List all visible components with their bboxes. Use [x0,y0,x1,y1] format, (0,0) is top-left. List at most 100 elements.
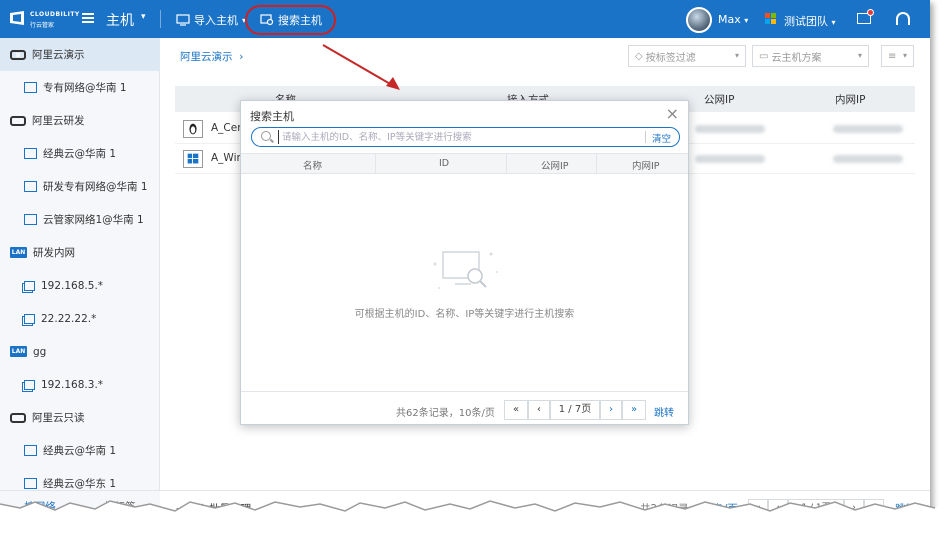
vpc-icon [24,82,37,93]
search-host-label: 搜索主机 [278,14,322,27]
dialog-footer-divider [241,391,688,392]
chevron-down-icon: ▾ [902,51,907,60]
breadcrumb-item: 阿里云演示 [180,51,233,63]
sidebar-item-label: 22.22.22.* [41,312,97,325]
column-divider [596,154,597,173]
plan-filter-placeholder: 云主机方案 [771,52,822,64]
sidebar-item-aliyun-dev[interactable]: 阿里云研发 [0,104,160,137]
blurred-public-ip [695,155,765,163]
vpc-icon [24,445,37,456]
lan-icon: LAN [10,346,27,357]
last-page-button[interactable]: » [622,400,646,420]
host-name[interactable]: A_Win [211,152,243,164]
plan-filter-select[interactable]: ▭ 云主机方案 ▾ [752,45,869,67]
tag-filter-select[interactable]: ◇ 按标签过滤 ▾ [628,45,746,67]
team-switcher[interactable]: 测试团队 ▾ [784,13,836,29]
cloud-icon [10,412,26,423]
prev-page-button[interactable]: ‹ [528,400,550,420]
import-host-button[interactable]: 导入主机 ▾ [176,12,246,28]
sidebar-item-yunguanjia-net[interactable]: 云管家网络1@华南 1 [0,203,160,236]
toolbar-divider [160,10,161,28]
microsoft-team-icon [765,13,777,25]
cloud-icon [10,49,26,60]
column-divider [375,154,376,173]
sidebar-item-subnet-3[interactable]: 192.168.3.* [0,368,160,401]
user-name[interactable]: Max ▾ [718,13,748,26]
sidebar-item-label: 经典云@华东 1 [43,478,117,490]
chevron-down-icon[interactable]: ▾ [141,12,146,22]
sidebar-item-dev-lan[interactable]: LAN 研发内网 [0,236,160,269]
sidebar-item-label: 192.168.5.* [41,279,104,292]
breadcrumb[interactable]: 阿里云演示 › [180,49,243,64]
headset-support-icon[interactable] [896,12,910,25]
hamburger-menu-icon[interactable] [82,13,94,23]
sidebar-item-classic-south1-ro[interactable]: 经典云@华南 1 [0,434,160,467]
blurred-private-ip [833,125,903,133]
first-page-button[interactable]: « [504,400,528,420]
annotation-arrow [322,44,400,90]
vpc-icon [24,478,37,489]
next-page-button[interactable]: › [600,400,622,420]
subnet-icon [24,313,35,324]
blurred-public-ip [695,125,765,133]
sidebar-item-label: 192.168.3.* [41,378,104,391]
sidebar-item-dev-vpc-south1[interactable]: 研发专有网络@华南 1 [0,170,160,203]
dialog-title: 搜索主机 [250,110,294,123]
brand-subname: 行云管家 [30,22,55,29]
calendar-icon: ▭ [759,50,769,62]
chevron-down-icon: ▾ [831,18,836,27]
blurred-private-ip [833,155,903,163]
chevron-down-icon: ▾ [857,51,862,60]
sidebar-item-aliyun-readonly[interactable]: 阿里云只读 [0,401,160,434]
jump-button[interactable]: 跳转 [654,404,674,419]
dialog-total-records: 共62条记录，10条/页 [396,408,495,419]
brand-name: CLOUDBILITY [30,11,80,18]
app-window: CLOUDBILITY 行云管家 主机 ▾ 导入主机 ▾ 搜索主机 Max ▾ … [0,0,930,522]
column-id: ID [439,158,450,169]
logo-mark-icon [10,11,24,25]
chevron-down-icon: ▾ [734,51,739,60]
sidebar-item-gg[interactable]: LAN gg [0,335,160,368]
sidebar-item-aliyun-demo[interactable]: 阿里云演示 [0,38,160,71]
search-host-dialog: 搜索主机 × 清空 名称 ID 公网IP 内网IP 可根据主机的ID、名称、IP… [240,100,689,425]
sidebar-item-label: 阿里云演示 [32,49,85,61]
close-icon[interactable]: × [666,104,679,123]
module-title[interactable]: 主机 [106,10,134,30]
user-name-text: Max [718,13,741,26]
sort-select[interactable]: ≡ ▾ [881,45,914,67]
monitor-icon [176,14,190,26]
empty-search-illustration [433,251,498,289]
linux-icon [183,120,203,138]
notification-dot [867,9,874,16]
sidebar-item-subnet-22[interactable]: 22.22.22.* [0,302,160,335]
clear-button[interactable]: 清空 [652,131,671,145]
lan-icon: LAN [10,247,27,258]
column-divider [506,154,507,173]
windows-icon [183,150,203,168]
breadcrumb-separator: › [239,51,244,63]
import-host-label: 导入主机 [194,14,238,27]
host-name[interactable]: A_Cen [211,122,244,134]
sidebar-item-label: 研发内网 [33,247,75,259]
cloudbility-logo[interactable]: CLOUDBILITY 行云管家 [8,9,80,29]
sort-icon: ≡ [888,50,897,62]
sidebar-item-subnet-5[interactable]: 192.168.5.* [0,269,160,302]
sidebar-item-label: 经典云@华南 1 [43,148,117,160]
sidebar-item-label: 云管家网络1@华南 1 [43,214,144,226]
vpc-icon [24,181,37,192]
sidebar-item-classic-south1[interactable]: 经典云@华南 1 [0,137,160,170]
chevron-down-icon: ▾ [744,16,749,25]
results-table-header: 名称 ID 公网IP 内网IP [241,153,688,174]
page-indicator: 1 / 7页 [550,400,600,420]
vpc-icon [24,148,37,159]
sidebar-item-label: 阿里云研发 [32,115,85,127]
column-private-ip: 内网IP [632,161,660,172]
user-avatar[interactable] [686,7,712,33]
search-host-button[interactable]: 搜索主机 [260,12,322,28]
sidebar-item-label: 阿里云只读 [32,412,85,424]
sidebar-item-vpc-south1[interactable]: 专有网络@华南 1 [0,71,160,104]
search-input[interactable] [278,130,648,144]
search-monitor-icon [260,14,274,26]
top-navigation-bar: CLOUDBILITY 行云管家 主机 ▾ 导入主机 ▾ 搜索主机 Max ▾ … [0,0,930,38]
column-private-ip: 内网IP [835,94,866,106]
